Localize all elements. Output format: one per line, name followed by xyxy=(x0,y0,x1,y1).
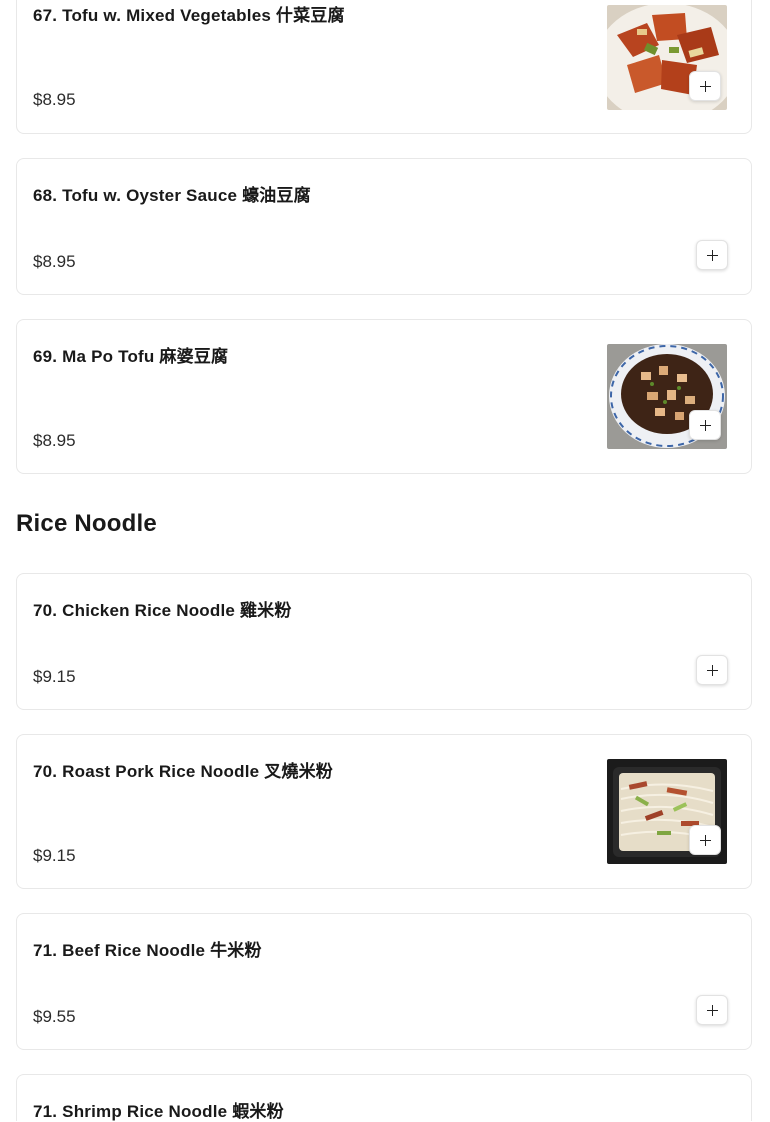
menu-item-name: 70. Roast Pork Rice Noodle 叉燒米粉 xyxy=(33,762,333,781)
plus-icon xyxy=(706,664,718,676)
plus-icon xyxy=(706,1004,718,1016)
add-to-cart-button[interactable] xyxy=(689,825,721,855)
add-to-cart-button[interactable] xyxy=(689,410,721,440)
plus-icon xyxy=(706,249,718,261)
add-to-cart-button[interactable] xyxy=(689,71,721,101)
menu-item-price: $8.95 xyxy=(33,90,76,109)
menu-item-price: $9.15 xyxy=(33,846,76,865)
menu-item-name: 71. Shrimp Rice Noodle 蝦米粉 xyxy=(33,1102,284,1121)
menu-item-name: 69. Ma Po Tofu 麻婆豆腐 xyxy=(33,347,229,366)
add-to-cart-button[interactable] xyxy=(696,240,728,270)
plus-icon xyxy=(699,419,711,431)
add-to-cart-button[interactable] xyxy=(696,995,728,1025)
menu-item-price: $9.15 xyxy=(33,667,76,686)
menu-item-card[interactable]: 70. Chicken Rice Noodle 雞米粉 $9.15 xyxy=(16,573,752,710)
menu-item-price: $8.95 xyxy=(33,431,76,450)
section-title: Rice Noodle xyxy=(16,510,157,537)
menu-item-card[interactable]: 69. Ma Po Tofu 麻婆豆腐 $8.95 xyxy=(16,319,752,474)
menu-item-price: $8.95 xyxy=(33,252,76,271)
menu-item-card[interactable]: 67. Tofu w. Mixed Vegetables 什菜豆腐 $8.95 xyxy=(16,0,752,134)
menu-item-card[interactable]: 71. Beef Rice Noodle 牛米粉 $9.55 xyxy=(16,913,752,1050)
menu-item-card[interactable]: 71. Shrimp Rice Noodle 蝦米粉 xyxy=(16,1074,752,1121)
menu-item-name: 70. Chicken Rice Noodle 雞米粉 xyxy=(33,601,292,620)
menu-item-price: $9.55 xyxy=(33,1007,76,1026)
plus-icon xyxy=(699,834,711,846)
menu-item-name: 67. Tofu w. Mixed Vegetables 什菜豆腐 xyxy=(33,6,345,25)
plus-icon xyxy=(699,80,711,92)
menu-item-name: 71. Beef Rice Noodle 牛米粉 xyxy=(33,941,262,960)
menu-item-name: 68. Tofu w. Oyster Sauce 蠔油豆腐 xyxy=(33,186,311,205)
add-to-cart-button[interactable] xyxy=(696,655,728,685)
menu-item-card[interactable]: 68. Tofu w. Oyster Sauce 蠔油豆腐 $8.95 xyxy=(16,158,752,295)
menu-item-card[interactable]: 70. Roast Pork Rice Noodle 叉燒米粉 $9.15 xyxy=(16,734,752,889)
